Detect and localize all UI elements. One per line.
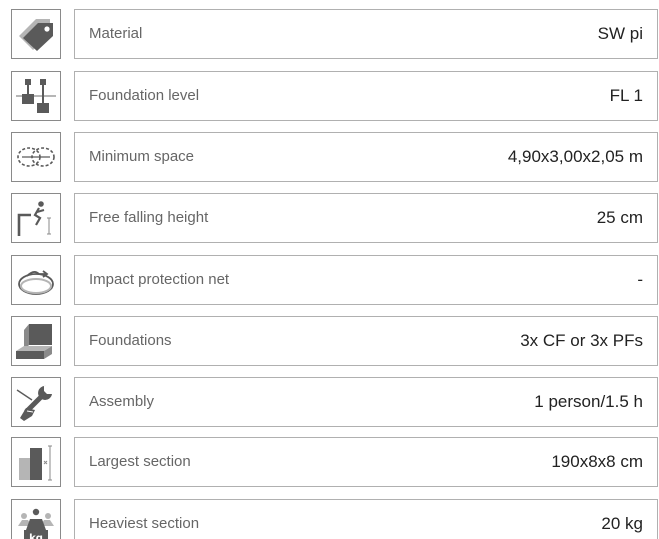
spec-field-free-falling-height: Free falling height 25 cm bbox=[74, 193, 658, 243]
spec-value-largest-section: 190x8x8 cm bbox=[551, 452, 643, 471]
spec-value-assembly: 1 person/1.5 h bbox=[534, 392, 643, 411]
spec-row-foundations: Foundations 3x CF or 3x PFs bbox=[0, 316, 659, 368]
spec-row-material: Material SW pi bbox=[0, 9, 659, 61]
spec-field-material: Material SW pi bbox=[74, 9, 658, 59]
spec-row-free-falling-height: Free falling height 25 cm bbox=[0, 193, 659, 245]
free-fall-icon bbox=[11, 193, 61, 243]
spec-label-material: Material bbox=[89, 25, 143, 42]
minimum-space-icon bbox=[11, 132, 61, 182]
spec-value-impact-protection-net: - bbox=[637, 270, 643, 289]
spec-label-impact-protection-net: Impact protection net bbox=[89, 271, 230, 288]
spec-row-foundation-level: Foundation level FL 1 bbox=[0, 71, 659, 123]
spec-value-free-falling-height: 25 cm bbox=[596, 208, 643, 227]
spec-row-heaviest-section: kg Heaviest section 20 kg bbox=[0, 499, 659, 539]
spec-label-minimum-space: Minimum space bbox=[89, 148, 195, 165]
spec-row-largest-section: Largest section 190x8x8 cm bbox=[0, 437, 659, 489]
spec-value-foundations: 3x CF or 3x PFs bbox=[520, 331, 643, 350]
protection-net-icon bbox=[11, 255, 61, 305]
spec-label-largest-section: Largest section bbox=[89, 453, 191, 470]
spec-label-foundations: Foundations bbox=[89, 332, 172, 349]
spec-label-foundation-level: Foundation level bbox=[89, 87, 200, 104]
spec-value-minimum-space: 4,90x3,00x2,05 m bbox=[507, 147, 643, 166]
foundation-level-icon bbox=[11, 71, 61, 121]
specification-list: Material SW pi Foundation level FL 1 Min… bbox=[0, 0, 659, 539]
spec-value-material: SW pi bbox=[597, 24, 643, 43]
spec-value-foundation-level: FL 1 bbox=[609, 86, 643, 105]
spec-field-assembly: Assembly 1 person/1.5 h bbox=[74, 377, 658, 427]
spec-label-heaviest-section: Heaviest section bbox=[89, 515, 200, 532]
spec-field-largest-section: Largest section 190x8x8 cm bbox=[74, 437, 658, 487]
spec-field-foundation-level: Foundation level FL 1 bbox=[74, 71, 658, 121]
foundation-block-icon bbox=[11, 316, 61, 366]
section-dimensions-icon bbox=[11, 437, 61, 487]
spec-field-impact-protection-net: Impact protection net - bbox=[74, 255, 658, 305]
spec-label-assembly: Assembly bbox=[89, 393, 155, 410]
wrench-hand-icon bbox=[11, 377, 61, 427]
spec-row-minimum-space: Minimum space 4,90x3,00x2,05 m bbox=[0, 132, 659, 184]
spec-value-heaviest-section: 20 kg bbox=[601, 514, 643, 533]
spec-row-assembly: Assembly 1 person/1.5 h bbox=[0, 377, 659, 429]
weight-kg-icon: kg bbox=[11, 499, 61, 539]
price-tag-icon bbox=[11, 9, 61, 59]
spec-field-minimum-space: Minimum space 4,90x3,00x2,05 m bbox=[74, 132, 658, 182]
spec-label-free-falling-height: Free falling height bbox=[89, 209, 209, 226]
weight-kg-label: kg bbox=[29, 533, 43, 539]
spec-field-foundations: Foundations 3x CF or 3x PFs bbox=[74, 316, 658, 366]
spec-field-heaviest-section: Heaviest section 20 kg bbox=[74, 499, 658, 539]
spec-row-impact-protection-net: Impact protection net - bbox=[0, 255, 659, 307]
